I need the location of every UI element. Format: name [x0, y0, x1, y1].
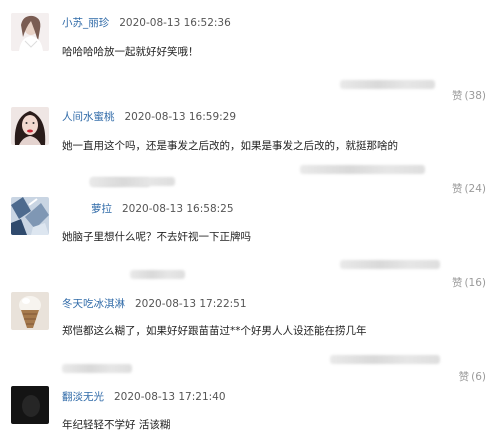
timestamp: 2020-08-13 17:22:51: [135, 298, 247, 310]
username-link[interactable]: 小苏_丽珍: [62, 17, 109, 29]
blurred-region: [340, 260, 440, 269]
blurred-region: [300, 165, 425, 174]
timestamp: 2020-08-13 16:59:29: [124, 111, 237, 123]
blurred-region: [62, 364, 132, 373]
comment-text: 郑恺都这么糊了，如果好好跟苗苗过**个好男人人设还能在捞几年: [62, 325, 367, 337]
comment-meta: 人间水蜜桃 2020-08-13 16:59:29: [62, 109, 236, 124]
avatar[interactable]: [11, 386, 49, 424]
comment-item: 翻淡无光 2020-08-13 17:21:40 年纪轻轻不学好 活该糊: [0, 364, 500, 446]
comment-meta: 冬天吃冰淇淋 2020-08-13 17:22:51: [62, 296, 247, 311]
blurred-region: [340, 80, 435, 89]
avatar[interactable]: [11, 197, 49, 235]
comment-meta: 翻淡无光 2020-08-13 17:21:40: [62, 389, 226, 404]
avatar[interactable]: [11, 107, 49, 145]
blurred-region: [90, 177, 175, 186]
comment-meta: 小苏_丽珍 2020-08-13 16:52:36: [62, 15, 231, 30]
avatar[interactable]: [11, 13, 49, 51]
comment-text: 年纪轻轻不学好 活该糊: [62, 419, 171, 431]
username-link[interactable]: 翻淡无光: [62, 391, 104, 403]
comment-text: 她一直用这个吗，还是事发之后改的，如果是事发之后改的，就挺那啥的: [62, 140, 398, 152]
username-link[interactable]: 萝拉: [91, 203, 112, 215]
blurred-region: [130, 270, 185, 279]
comment-item: 人间水蜜桃 2020-08-13 16:59:29 她一直用这个吗，还是事发之后改…: [0, 95, 500, 195]
timestamp: 2020-08-13 16:58:25: [122, 203, 234, 215]
avatar[interactable]: [11, 292, 49, 330]
timestamp: 2020-08-13 17:21:40: [114, 391, 226, 403]
comment-meta: 萝拉 2020-08-13 16:58:25: [91, 201, 234, 216]
comment-item: 冬天吃冰淇淋 2020-08-13 17:22:51 郑恺都这么糊了，如果好好跟苗…: [0, 270, 500, 383]
username-link[interactable]: 人间水蜜桃: [62, 111, 115, 123]
timestamp: 2020-08-13 16:52:36: [119, 17, 231, 29]
blurred-region: [330, 355, 440, 364]
username-link[interactable]: 冬天吃冰淇淋: [62, 298, 125, 310]
comment-item: 萝拉 2020-08-13 16:58:25 她脑子里想什么呢？不去奸视一下正牌吗…: [0, 177, 500, 289]
comment-text: 她脑子里想什么呢？不去奸视一下正牌吗: [62, 231, 251, 243]
comment-item: 小苏_丽珍 2020-08-13 16:52:36 哈哈哈哈放一起就好好笑哦！ 赞…: [0, 0, 500, 102]
comment-text: 哈哈哈哈放一起就好好笑哦！: [62, 46, 199, 58]
